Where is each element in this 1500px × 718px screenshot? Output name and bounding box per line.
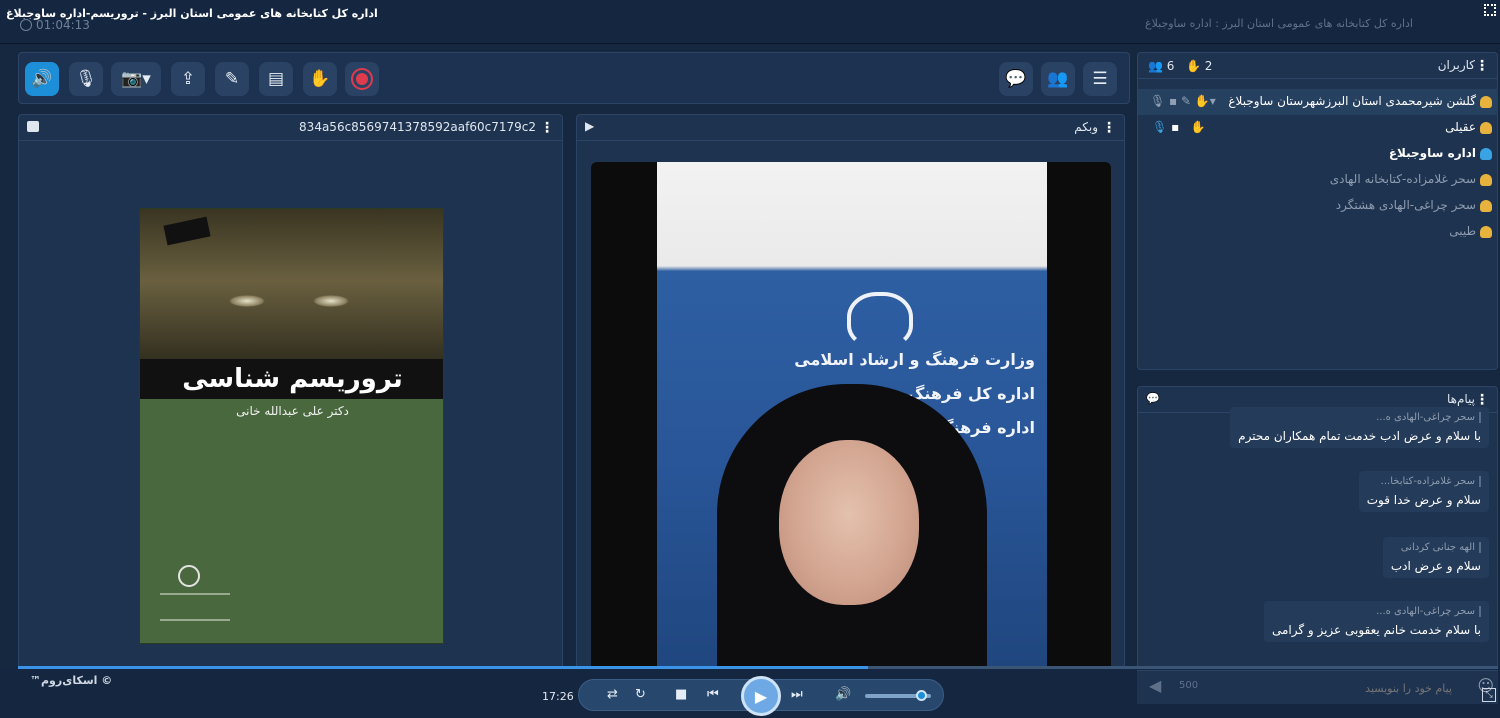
webcam-options-icon[interactable]: ⋮ [1102, 120, 1116, 136]
chat-message: سحر غلامزاده-کتابخا... سلام و عرض خدا قو… [1358, 471, 1489, 512]
user-row[interactable]: طیبی [1138, 219, 1498, 245]
files-button[interactable]: ▤ [259, 62, 293, 96]
user-icon [1480, 148, 1492, 160]
shuffle-icon[interactable]: ⇄ [607, 687, 618, 702]
webcam-title: وبکم [1074, 120, 1098, 134]
iran-emblem [847, 292, 913, 348]
chat-message: سحر چراغی-الهادی ه... با سلام خدمت خانم … [1263, 601, 1489, 642]
book-cover-eyes [215, 287, 365, 317]
publisher-text [160, 593, 230, 621]
resize-icon[interactable]: ⤡ [1482, 688, 1496, 702]
user-row[interactable]: سحر چراغی-الهادی هشتگرد [1138, 193, 1498, 219]
char-limit: 500 [1179, 680, 1199, 691]
volume-knob[interactable] [916, 690, 928, 701]
users-icon: 👥 [1047, 69, 1069, 89]
user-controls[interactable]: 🎙 ▪ ✎ ✋▾ [1150, 94, 1216, 108]
raise-hand-button[interactable]: ✋ [303, 62, 337, 96]
send-icon[interactable]: ◀ [1149, 676, 1161, 695]
chat-title: پیام‌ها [1446, 392, 1475, 406]
repeat-icon[interactable]: ↻ [635, 687, 646, 702]
user-icon [1480, 96, 1492, 108]
record-icon [356, 73, 368, 85]
brush-icon: ✎ [224, 69, 240, 89]
volume-slider[interactable] [865, 690, 931, 701]
document-panel: ⋮ 834a56c8569741378592aaf60c7179c2 تروری… [18, 114, 563, 670]
publisher-logo [178, 565, 200, 587]
users-header: ⋮ کاربران 👥 6 ✋ 2 [1138, 53, 1497, 79]
user-controls[interactable]: 🎙 ▪ ✋ [1152, 120, 1206, 134]
raised-hands-count: ✋ 2 [1186, 59, 1213, 73]
chat-message: الهه جنانی کردانی سلام و عرض ادب [1382, 537, 1489, 578]
users-panel: ⋮ کاربران 👥 6 ✋ 2 گلشن شیرمحمدی استان ال… [1137, 52, 1498, 370]
next-icon[interactable]: ⏭ [791, 687, 803, 702]
user-icon [1480, 226, 1492, 238]
book-title: تروریسم شناسی [140, 359, 443, 399]
document-title: 834a56c8569741378592aaf60c7179c2 [299, 120, 536, 134]
banner-line-1: وزارت فرهنگ و ارشاد اسلامی [794, 350, 1035, 369]
menu-icon: ☰ [1092, 69, 1108, 89]
document-options-icon[interactable]: ⋮ [540, 120, 554, 136]
stop-icon[interactable]: ■ [675, 687, 687, 702]
elapsed-timer: 01:04:13 [20, 18, 90, 32]
chat-options-icon[interactable]: ⋮ [1475, 392, 1489, 408]
webcam-video: وزارت فرهنگ و ارشاد اسلامی اداره کل فرهن… [657, 162, 1047, 682]
main-toolbar: 🔊 🎙 📷▾ ⇪ ✎ ▤ ✋ 💬 👥 ☰ [18, 52, 1130, 104]
share-screen-icon: ⇪ [180, 69, 196, 89]
user-icon [1480, 122, 1492, 134]
chat-icon: 💬 [1005, 69, 1027, 89]
camera-off-icon: 📷▾ [121, 69, 151, 89]
video-camera-icon: ▶ [585, 119, 595, 133]
webcam-panel: ▶ ⋮ وبکم وزارت فرهنگ و ارشاد اسلامی ادار… [576, 114, 1125, 682]
progress-fill [18, 666, 868, 669]
play-icon: ▶ [754, 686, 768, 706]
users-toggle-button[interactable]: 👥 [1041, 62, 1075, 96]
chat-input[interactable] [1197, 678, 1452, 698]
book-author: دکتر علی عبدالله خانی [236, 404, 349, 418]
user-row[interactable]: عقیلی 🎙 ▪ ✋ [1138, 115, 1498, 141]
menu-button[interactable]: ☰ [1083, 62, 1117, 96]
volume-icon[interactable]: 🔊 [835, 687, 851, 702]
document-icon [27, 121, 39, 132]
document-header: ⋮ 834a56c8569741378592aaf60c7179c2 [19, 115, 562, 141]
mic-off-icon: 🎙 [75, 69, 97, 89]
users-title: کاربران [1437, 58, 1475, 72]
user-icon [1480, 174, 1492, 186]
progress-bar[interactable] [18, 666, 1498, 669]
speaker-button[interactable]: 🔊 [25, 62, 59, 96]
chat-small-icon: 💬 [1146, 392, 1160, 405]
title-bar: اداره کل کتابخانه های عمومی استان البرز … [0, 0, 1500, 44]
user-row[interactable]: گلشن شیرمحمدی استان البرزشهرستان ساوجبلا… [1138, 89, 1498, 115]
brand-label: ™اسکای‌روم © [30, 674, 113, 687]
user-row[interactable]: سحر غلامزاده-کتابخانه الهادی [1138, 167, 1498, 193]
record-button[interactable] [345, 62, 379, 96]
hand-icon: ✋ [309, 69, 331, 89]
share-screen-button[interactable]: ⇪ [171, 62, 205, 96]
mic-button[interactable]: 🎙 [69, 62, 103, 96]
webcam-header: ▶ ⋮ وبکم [577, 115, 1124, 141]
speaker-face [779, 440, 919, 605]
book-cover: تروریسم شناسی دکتر علی عبدالله خانی [139, 208, 444, 644]
user-row[interactable]: اداره ساوجبلاغ [1138, 141, 1498, 167]
whiteboard-button[interactable]: ✎ [215, 62, 249, 96]
users-options-icon[interactable]: ⋮ [1475, 58, 1489, 74]
clock-icon [20, 19, 32, 31]
speaker-icon: 🔊 [31, 69, 53, 89]
user-icon [1480, 200, 1492, 212]
chat-toggle-button[interactable]: 💬 [999, 62, 1033, 96]
files-icon: ▤ [267, 69, 285, 89]
fullscreen-icon[interactable] [1484, 4, 1496, 16]
media-player: ⇄ ↻ ■ ⏮ ▶ ⏭ 🔊 [578, 676, 944, 716]
chat-panel: 💬 ⋮ پیام‌ها سحر چراغی-الهادی ه... با سلا… [1137, 386, 1498, 670]
previous-icon[interactable]: ⏮ [707, 687, 719, 702]
playback-time: 17:26 [542, 690, 574, 703]
camera-button[interactable]: 📷▾ [111, 62, 161, 96]
chat-message: سحر چراغی-الهادی ه... با سلام و عرض ادب … [1230, 407, 1489, 448]
room-subtitle: اداره کل کتابخانه های عمومی استان البرز … [1145, 17, 1413, 30]
users-count: 👥 6 [1148, 59, 1175, 73]
chat-input-bar: ☺ 500 ◀ [1137, 670, 1498, 704]
play-button[interactable]: ▶ [741, 676, 781, 716]
